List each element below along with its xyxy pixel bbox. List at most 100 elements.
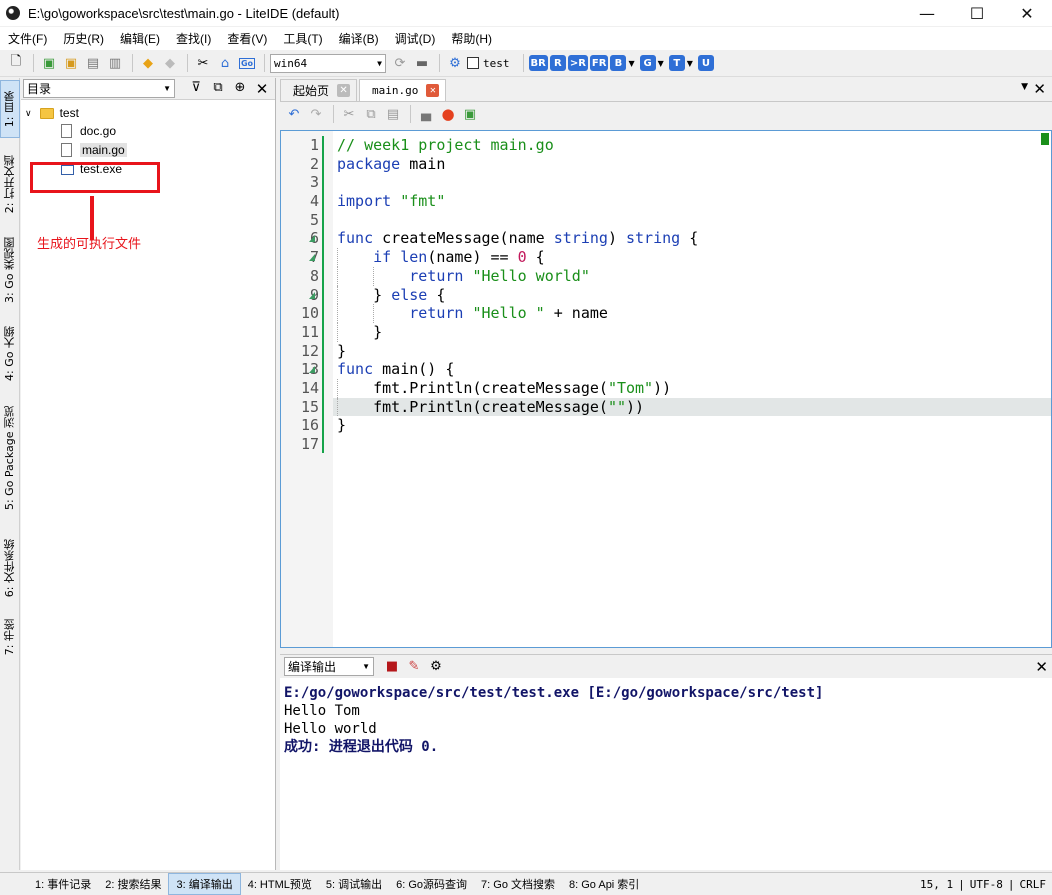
menu-help[interactable]: 帮助(H) xyxy=(445,30,498,47)
run-button[interactable]: R xyxy=(549,55,566,71)
get-button[interactable]: G xyxy=(639,55,656,71)
menu-file[interactable]: 文件(F) xyxy=(2,30,53,47)
code-line[interactable]: 14 fmt.Println(createMessage("Tom")) xyxy=(301,378,1051,398)
file-run-button[interactable]: FR xyxy=(589,55,609,71)
build-run-button[interactable]: BR xyxy=(528,55,548,71)
filter-icon[interactable]: ⊽ xyxy=(185,80,207,98)
redo-icon[interactable]: ↷ xyxy=(306,104,326,124)
output-select[interactable]: 编译输出 ▼ xyxy=(284,657,374,676)
code-line[interactable]: 10 return "Hello " + name xyxy=(301,304,1051,323)
copy-icon[interactable]: ⧉ xyxy=(361,104,381,124)
tab-html-preview[interactable]: 4: HTML预览 xyxy=(241,873,319,895)
fold-arrow-icon[interactable] xyxy=(309,291,315,299)
close-icon[interactable]: ✕ xyxy=(1035,658,1048,676)
code-editor[interactable]: 1 // week1 project main.go 2 package main 3 4… xyxy=(280,130,1052,648)
test-button[interactable]: T xyxy=(668,55,685,71)
code-line[interactable]: 17 xyxy=(301,435,1051,454)
gear-icon[interactable]: ⚙ xyxy=(426,657,446,677)
cut-icon[interactable]: ✂ xyxy=(339,104,359,124)
code-line[interactable]: 8 return "Hello world" xyxy=(310,266,1051,286)
record-icon[interactable]: ● xyxy=(438,104,458,124)
update-button[interactable]: U xyxy=(697,55,714,71)
close-button[interactable]: ✕ xyxy=(1002,0,1052,26)
code-line[interactable]: 16} xyxy=(301,416,1051,435)
code-line[interactable]: 12} xyxy=(301,342,1051,361)
menu-tools[interactable]: 工具(T) xyxy=(277,30,328,47)
tree-item-main-go[interactable]: main.go xyxy=(61,141,127,159)
tab-event-log[interactable]: 1: 事件记录 xyxy=(28,873,98,895)
save-icon[interactable]: ▤ xyxy=(83,53,103,73)
export-icon[interactable]: ▣ xyxy=(460,104,480,124)
chevron-down-icon[interactable]: ▼ xyxy=(658,59,664,68)
code-line[interactable]: 11 } xyxy=(301,322,1051,342)
tab-go-source-query[interactable]: 6: Go源码查询 xyxy=(389,873,474,895)
tab-go-doc-search[interactable]: 7: Go 文档搜索 xyxy=(474,873,562,895)
tree-item-doc-go[interactable]: doc.go xyxy=(61,122,116,140)
save-all-icon[interactable]: ▥ xyxy=(105,53,125,73)
run-terminal-button[interactable]: >R xyxy=(567,55,588,71)
sidebar-tab-open-docs[interactable]: 2: 打开文档 xyxy=(0,144,20,224)
target-checkbox[interactable] xyxy=(467,57,479,69)
stop-icon[interactable]: ■ xyxy=(382,657,402,677)
tab-build-output[interactable]: 3: 编译输出 xyxy=(168,872,241,895)
code-line[interactable]: 1 // week1 project main.go xyxy=(310,136,1051,155)
menu-history[interactable]: 历史(R) xyxy=(57,30,110,47)
menu-edit[interactable]: 编辑(E) xyxy=(114,30,166,47)
environment-select[interactable]: win64 ▼ xyxy=(270,53,386,73)
code-line[interactable]: 7 if len(name) == 0 { xyxy=(309,248,1051,267)
new-file-icon[interactable]: 🗋 xyxy=(6,53,26,73)
code-line[interactable]: 5 xyxy=(310,211,1051,230)
lock-icon[interactable]: ▄ xyxy=(416,104,436,124)
sidebar-tab-filesystem[interactable]: 6: 文件系统 xyxy=(0,526,20,610)
encoding[interactable]: UTF-8 xyxy=(970,878,1003,891)
code-content[interactable]: 1 // week1 project main.go 2 package main 3 4… xyxy=(301,136,1051,454)
go-icon[interactable]: Go xyxy=(237,53,257,73)
code-line[interactable]: 13 func main() { xyxy=(301,360,1051,379)
build-button[interactable]: B xyxy=(610,55,627,71)
refresh-icon[interactable]: ⟳ xyxy=(390,53,410,73)
minimize-button[interactable]: — xyxy=(902,0,952,26)
split-icon[interactable]: ⧉ xyxy=(207,80,229,98)
close-icon[interactable]: ✕ xyxy=(337,84,351,97)
home-icon[interactable]: ⌂ xyxy=(215,53,235,73)
maximize-button[interactable]: ☐ xyxy=(952,0,1002,26)
tab-debug-output[interactable]: 5: 调试输出 xyxy=(319,873,389,895)
sidebar-tab-outline[interactable]: 4: Go 大纲 xyxy=(0,318,20,388)
open-folder-icon[interactable]: ▣ xyxy=(61,53,81,73)
menu-build[interactable]: 编译(B) xyxy=(333,30,385,47)
forward-icon[interactable]: ◆ xyxy=(160,53,180,73)
tab-go-api-index[interactable]: 8: Go Api 索引 xyxy=(562,873,646,895)
fold-arrow-icon[interactable] xyxy=(309,366,315,374)
tab-list-chevron-icon[interactable]: ▼ xyxy=(1021,82,1028,92)
line-ending[interactable]: CRLF xyxy=(1020,878,1047,891)
code-line[interactable]: 15 fmt.Println(createMessage("")) xyxy=(301,397,1051,417)
close-icon[interactable]: ✕ xyxy=(426,84,440,97)
chevron-down-icon[interactable]: ▼ xyxy=(628,59,634,68)
tab-main-go[interactable]: main.go ✕ xyxy=(359,79,447,101)
close-icon[interactable]: ✕ xyxy=(1033,80,1046,98)
close-icon[interactable]: ✕ xyxy=(251,80,273,98)
undo-icon[interactable]: ↶ xyxy=(284,104,304,124)
fold-arrow-icon[interactable] xyxy=(309,254,315,262)
env-edit-icon[interactable]: ▬ xyxy=(412,53,432,73)
menu-debug[interactable]: 调试(D) xyxy=(389,30,442,47)
code-line[interactable]: 6 func createMessage(name string) string … xyxy=(309,229,1051,248)
clear-icon[interactable]: ✎ xyxy=(404,657,424,677)
settings-gear-icon[interactable]: ⚙ xyxy=(445,53,465,73)
menu-find[interactable]: 查找(I) xyxy=(170,30,217,47)
code-line[interactable]: 3 xyxy=(310,173,1051,192)
fold-arrow-icon[interactable] xyxy=(309,235,315,243)
chevron-down-icon[interactable]: ∨ xyxy=(25,108,32,119)
back-icon[interactable]: ◆ xyxy=(138,53,158,73)
paste-icon[interactable]: ▤ xyxy=(383,104,403,124)
sidebar-tab-package-browser[interactable]: 5: Go Package 浏览 xyxy=(0,398,20,518)
tree-item-test-folder[interactable]: ∨ test xyxy=(25,104,79,122)
sidebar-tab-bookmarks[interactable]: 7: 书签 xyxy=(0,612,20,662)
tools-icon[interactable]: ✂ xyxy=(193,53,213,73)
sidebar-tab-class-view[interactable]: 3: Go 类视图 xyxy=(0,230,20,310)
code-line[interactable]: 9 } else { xyxy=(309,285,1051,305)
code-line[interactable]: 4 import "fmt" xyxy=(310,192,1051,211)
chevron-down-icon[interactable]: ▼ xyxy=(687,59,693,68)
menu-view[interactable]: 查看(V) xyxy=(221,30,273,47)
code-line[interactable]: 2 package main xyxy=(310,155,1051,174)
